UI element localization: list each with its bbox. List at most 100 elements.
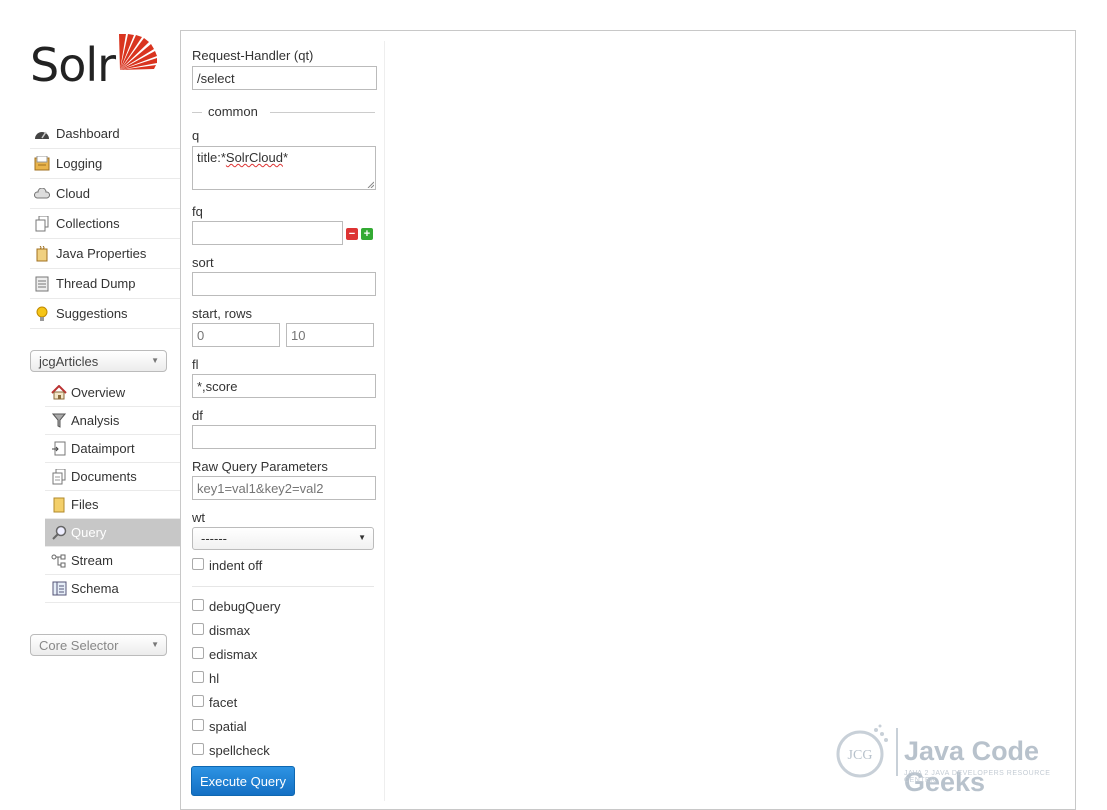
nav-cloud[interactable]: Cloud [30,179,180,209]
nav-thread-dump[interactable]: Thread Dump [30,269,180,299]
core-menu-files[interactable]: Files [45,491,180,519]
resize-handle-icon[interactable] [367,181,374,188]
nav-logging[interactable]: Logging [30,149,180,179]
dashboard-icon [34,126,50,142]
nav-java-properties[interactable]: Java Properties [30,239,180,269]
lightbulb-icon [34,306,50,322]
add-fq-icon[interactable]: + [361,228,373,240]
query-form: Request-Handler (qt) common q title:*Sol… [181,41,385,801]
chevron-down-icon: ▼ [151,640,159,649]
core-selector-placeholder: Core Selector [39,638,119,653]
core-menu-label: Query [71,525,107,540]
core-menu-dataimport[interactable]: Dataimport [45,435,180,463]
hl-label: hl [209,671,220,686]
core-menu-stream[interactable]: Stream [45,547,180,575]
indent-label: indent off [209,558,263,573]
thread-dump-icon [34,276,50,292]
remove-fq-icon[interactable]: − [346,228,358,240]
nav-suggestions[interactable]: Suggestions [30,299,180,329]
edismax-label: edismax [209,647,258,662]
house-icon [51,385,67,401]
folder-icon [51,497,67,513]
nav-collections[interactable]: Collections [30,209,180,239]
core-menu-label: Analysis [71,413,120,428]
core-menu-label: Dataimport [71,441,135,456]
nav-label: Dashboard [56,126,120,141]
divider [192,586,374,587]
start-input[interactable] [192,323,280,347]
core-menu-analysis[interactable]: Analysis [45,407,180,435]
main-nav: Dashboard Logging Cloud Collections Java… [30,119,180,329]
fl-input[interactable] [192,374,376,398]
dismax-label: dismax [209,623,251,638]
core-menu-label: Documents [71,469,137,484]
rows-input[interactable] [286,323,374,347]
sort-input[interactable] [192,272,376,296]
stream-icon [51,553,67,569]
core-selector-dropdown[interactable]: Core Selector ▼ [30,634,167,656]
core-select-value: jcgArticles [39,354,99,369]
core-menu-query[interactable]: Query [45,519,180,547]
java-code-geeks-watermark: JCG Java Code Geeks JAVA 2 JAVA DEVELOPE… [832,722,1077,797]
jcg-badge-text: JCG [848,748,873,763]
nav-dashboard[interactable]: Dashboard [30,119,180,149]
raw-params-label: Raw Query Parameters [192,459,328,474]
core-menu: Overview Analysis Dataimport Documents F… [45,379,180,603]
fq-input[interactable] [192,221,343,245]
watermark-tagline: JAVA 2 JAVA DEVELOPERS RESOURCE CENTER [904,770,1051,784]
wt-select-value: ------ [201,531,227,546]
dismax-checkbox[interactable] [192,623,204,635]
spatial-checkbox[interactable] [192,719,204,731]
logo-text: Solr [30,38,116,92]
q-value-prefix: title:* [197,150,226,165]
q-label: q [192,128,200,143]
debugquery-label: debugQuery [209,599,281,614]
solr-logo[interactable]: Solr [30,28,165,98]
core-menu-overview[interactable]: Overview [45,379,180,407]
collections-icon [34,215,50,232]
execute-query-button[interactable]: Execute Query [191,766,295,796]
magnifier-icon [51,525,67,541]
core-menu-label: Stream [71,553,113,568]
nav-label: Collections [56,216,120,231]
chevron-down-icon: ▼ [151,356,159,365]
cloud-icon [34,186,50,202]
schema-icon [51,581,67,597]
q-textarea[interactable]: title:*SolrCloud* [192,146,376,190]
core-menu-documents[interactable]: Documents [45,463,180,491]
core-menu-schema[interactable]: Schema [45,575,180,603]
df-label: df [192,408,203,423]
indent-checkbox[interactable] [192,558,204,570]
nav-label: Thread Dump [56,276,136,291]
q-value-suffix: * [283,150,289,165]
common-legend-text: common [208,104,258,119]
facet-label: facet [209,695,238,710]
wt-select[interactable]: ------ ▼ [192,527,374,550]
debugquery-checkbox[interactable] [192,599,204,611]
request-handler-input[interactable] [192,66,377,90]
facet-checkbox[interactable] [192,695,204,707]
watermark-brand: Java Code Geeks [904,736,1040,797]
nav-label: Cloud [56,186,90,201]
nav-label: Java Properties [56,246,147,261]
spellcheck-checkbox[interactable] [192,743,204,755]
logging-icon [34,156,50,172]
request-handler-label: Request-Handler (qt) [192,48,314,63]
dataimport-icon [51,441,67,457]
hl-checkbox[interactable] [192,671,204,683]
common-fieldset-legend: common [192,104,375,120]
sort-label: sort [192,255,214,270]
wt-label: wt [192,510,205,525]
core-select-dropdown[interactable]: jcgArticles ▼ [30,350,167,372]
chevron-down-icon: ▼ [358,533,366,542]
core-menu-label: Files [71,497,99,512]
nav-label: Suggestions [56,306,128,321]
df-input[interactable] [192,425,376,449]
query-panel: Request-Handler (qt) common q title:*Sol… [180,30,1076,810]
raw-params-input[interactable] [192,476,376,500]
edismax-checkbox[interactable] [192,647,204,659]
core-menu-label: Overview [71,385,126,400]
q-value-word: SolrCloud [225,150,283,165]
nav-label: Logging [56,156,103,171]
watermark-divider [896,728,898,776]
